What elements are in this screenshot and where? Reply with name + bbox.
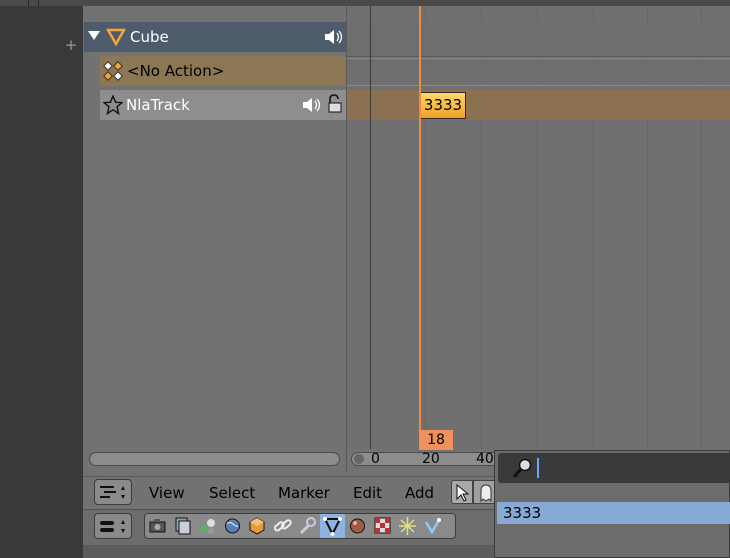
scene-icon bbox=[200, 519, 215, 534]
star-track-icon bbox=[103, 95, 123, 115]
axis-label-20: 20 bbox=[422, 451, 440, 467]
physics-icon bbox=[424, 518, 441, 535]
scrollbar-knob[interactable] bbox=[354, 454, 364, 464]
action-name: <No Action> bbox=[127, 62, 225, 80]
menu-select[interactable]: Select bbox=[209, 484, 255, 502]
action-keyframes-icon bbox=[103, 61, 123, 81]
render-tab[interactable] bbox=[145, 514, 170, 538]
particles-tab[interactable] bbox=[395, 514, 420, 538]
channel-scrollbar[interactable] bbox=[89, 452, 340, 466]
text-caret bbox=[537, 458, 539, 478]
expand-triangle-icon[interactable] bbox=[88, 31, 100, 41]
editor-type-selector[interactable] bbox=[94, 479, 132, 505]
nla-strip[interactable]: 3333 bbox=[420, 92, 466, 119]
camera-icon bbox=[149, 519, 166, 533]
properties-editor-icon bbox=[100, 520, 125, 533]
action-band bbox=[347, 58, 730, 86]
cursor-arrow-icon bbox=[456, 484, 470, 502]
track-name: NlaTrack bbox=[126, 96, 190, 114]
editor-type-selector-2[interactable] bbox=[94, 513, 132, 539]
current-frame-badge[interactable]: 18 bbox=[419, 430, 453, 450]
data-tab[interactable] bbox=[320, 514, 345, 538]
nla-timeline[interactable]: 3333 bbox=[347, 6, 730, 449]
channel-object-cube[interactable]: Cube bbox=[84, 22, 346, 52]
ghost-icon bbox=[480, 484, 492, 502]
add-region-button[interactable]: + bbox=[63, 37, 79, 53]
speaker-icon[interactable] bbox=[324, 29, 344, 45]
texture-tab[interactable] bbox=[370, 514, 395, 538]
context-tabs[interactable] bbox=[144, 513, 456, 539]
channel-nla-track[interactable]: NlaTrack bbox=[100, 90, 346, 120]
axis-label-0: 0 bbox=[371, 451, 380, 467]
select-tool-button[interactable] bbox=[451, 480, 473, 504]
left-area bbox=[0, 0, 83, 558]
mesh-data-icon bbox=[323, 517, 342, 537]
speaker-icon[interactable] bbox=[302, 97, 322, 113]
constraints-tab[interactable] bbox=[270, 514, 295, 538]
search-result-item[interactable]: 3333 bbox=[497, 502, 730, 524]
channel-action[interactable]: <No Action> bbox=[100, 56, 346, 86]
chain-link-icon bbox=[273, 519, 292, 532]
search-result-label: 3333 bbox=[503, 504, 542, 522]
triangle-object-icon bbox=[106, 28, 126, 47]
axis-label-40: 40 bbox=[476, 451, 494, 467]
world-icon bbox=[225, 518, 240, 534]
playhead[interactable] bbox=[419, 6, 421, 450]
cube-icon bbox=[249, 517, 265, 535]
material-sphere-icon bbox=[350, 518, 365, 534]
object-tab[interactable] bbox=[245, 514, 270, 538]
layers-tab[interactable] bbox=[170, 514, 195, 538]
particles-icon bbox=[399, 517, 416, 535]
world-tab[interactable] bbox=[220, 514, 245, 538]
frame-zero-line bbox=[370, 6, 371, 449]
object-name: Cube bbox=[130, 28, 169, 46]
padlock-icon[interactable] bbox=[326, 94, 344, 114]
ghost-tool-button[interactable] bbox=[473, 480, 495, 504]
menu-add[interactable]: Add bbox=[405, 484, 434, 502]
checker-texture-icon bbox=[374, 517, 391, 534]
physics-tab[interactable] bbox=[420, 514, 445, 538]
layers-icon bbox=[175, 517, 191, 535]
wrench-icon bbox=[299, 517, 316, 535]
scene-tab[interactable] bbox=[195, 514, 220, 538]
material-tab[interactable] bbox=[345, 514, 370, 538]
object-band bbox=[347, 22, 730, 57]
modifiers-tab[interactable] bbox=[295, 514, 320, 538]
menu-view[interactable]: View bbox=[149, 484, 185, 502]
menu-marker[interactable]: Marker bbox=[278, 484, 330, 502]
nla-editor-icon bbox=[100, 486, 125, 499]
track-band bbox=[347, 90, 730, 120]
menu-edit[interactable]: Edit bbox=[353, 484, 382, 502]
magnifier-icon bbox=[512, 458, 532, 478]
